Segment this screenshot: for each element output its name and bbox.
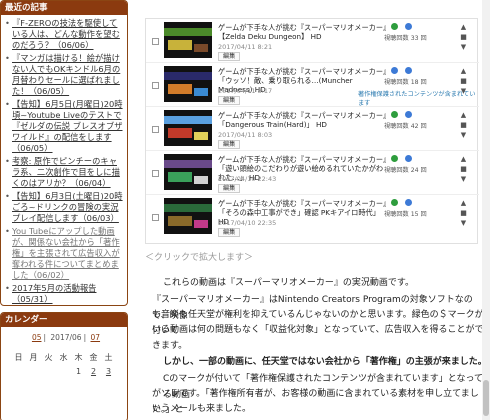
video-date: 2017/04/10 22:35	[218, 219, 277, 227]
video-row: ゲームが下手な人が挑む『スーパーマリオメーカー』「そろの森中工事ができ」確認 P…	[146, 195, 479, 239]
calendar-weekday: 月	[29, 352, 38, 362]
calendar-weekday-row: 日 月 火 水 木 金 土	[11, 350, 116, 364]
recent-post-item[interactable]: You Tubeにアップした動画が、関係ない会社から「著作権」を主張されて広告収…	[4, 226, 124, 281]
thumbs-up-icon: ▲	[460, 67, 467, 75]
calendar-current-month: 2017/06	[50, 333, 82, 342]
video-thumbnail[interactable]	[164, 154, 212, 190]
video-thumbnail[interactable]	[164, 66, 212, 102]
view-count: 視聴回数 42 回	[384, 123, 427, 130]
video-row: ゲームが下手な人が挑む『スーパーマリオメーカー』「Dangerous Train…	[146, 107, 479, 151]
calendar-weekday: 木	[74, 352, 83, 362]
video-title[interactable]: ゲームが下手な人が挑む『スーパーマリオメーカー』【Zelda Deku Dung…	[218, 23, 388, 41]
recent-posts-heading: 最近の記事	[1, 1, 127, 15]
calendar-day	[41, 364, 56, 378]
article-emphasis: しかし、一部の動画に、任天堂ではない会社から「著作権」の主張が来ました。	[163, 357, 487, 367]
video-manager-screenshot[interactable]: ゲームが下手な人が挑む『スーパーマリオメーカー』【Zelda Deku Dung…	[145, 18, 479, 244]
recent-post-item[interactable]: 考察: 原作でピンチーのキャラ系、二次創作で目をしに描くのはアリか？（06/04…	[4, 156, 124, 189]
calendar-next-month[interactable]: 07	[91, 333, 101, 342]
thumbs-down-icon: ▼	[460, 87, 467, 95]
recent-post-item[interactable]: 【告知】6月3日(土曜日)20時ごろ~ドリンクの冒険の実況プレイ配信します（06…	[4, 191, 124, 224]
thumbs-up-icon: ▲	[460, 199, 467, 207]
recent-posts-widget: 最近の記事 『F-ZEROの技法を駆使している人は、どんな動作を望むのだろう？（…	[0, 0, 128, 306]
thumbs-up-icon: ▲	[460, 155, 467, 163]
page-scrollbar[interactable]	[482, 0, 490, 420]
calendar-day	[26, 364, 41, 378]
thumbs-up-icon: ▲	[460, 23, 467, 31]
public-globe-icon	[405, 111, 412, 118]
select-checkbox[interactable]	[152, 126, 159, 133]
edit-button[interactable]: 編集	[218, 184, 241, 193]
calendar-day	[56, 364, 71, 378]
comment-icon: ■	[460, 165, 467, 173]
video-title[interactable]: ゲームが下手な人が挑む『スーパーマリオメーカー』「Dangerous Train…	[218, 111, 388, 129]
image-caption: ＜クリックで拡大します＞	[145, 253, 254, 263]
thumbs-down-icon: ▼	[460, 131, 467, 139]
edit-button[interactable]: 編集	[218, 228, 241, 237]
video-row: ゲームが下手な人が挑む『スーパーマリオメーカー』「ウッソ！敵、乗り取られる…(M…	[146, 63, 479, 107]
article-paragraph: いうメールも来ました。	[152, 404, 252, 414]
select-checkbox[interactable]	[152, 214, 159, 221]
view-count: 視聴回数 18 回	[384, 79, 427, 86]
edit-button[interactable]: 編集	[218, 140, 241, 149]
calendar-week-row: 1 2 3	[11, 364, 116, 378]
thumbs-down-icon: ▼	[460, 219, 467, 227]
recent-post-item[interactable]: 【告知】6月5日(月曜日)20時頃~Youtube Liveのテストで『ゼルダの…	[4, 99, 124, 154]
recent-post-item[interactable]: 2017年5月の活動報告（05/31）	[4, 283, 124, 305]
article-paragraph: これらの動画は『スーパーマリオメーカー』の実況動画です。	[163, 278, 415, 288]
calendar-nav: 05 | 2017/06 | 07	[31, 333, 101, 342]
calendar-weekday: 日	[14, 352, 23, 362]
thumbs-down-icon: ▼	[460, 175, 467, 183]
view-count: 視聴回数 33 回	[384, 35, 427, 42]
calendar-weekday: 土	[104, 352, 113, 362]
calendar-widget: カレンダー 05| 2017/06| 07 日 月 火 水 木 金 土 1	[0, 312, 128, 420]
video-date: 2017/04/11 8:03	[218, 131, 273, 139]
public-globe-icon	[405, 155, 412, 162]
video-thumbnail[interactable]	[164, 198, 212, 234]
monetized-icon	[391, 23, 398, 30]
calendar-day-link[interactable]: 2	[86, 364, 101, 378]
video-row: ゲームが下手な人が挑む『スーパーマリオメーカー』【Zelda Deku Dung…	[146, 19, 479, 63]
comment-icon: ■	[460, 209, 467, 217]
select-checkbox[interactable]	[152, 82, 159, 89]
edit-button[interactable]: 編集	[218, 52, 241, 61]
public-globe-icon	[405, 199, 412, 206]
video-thumbnail[interactable]	[164, 22, 212, 58]
edit-button[interactable]: 編集	[218, 96, 241, 105]
view-count: 視聴回数 15 回	[384, 211, 427, 218]
monetized-icon	[391, 111, 398, 118]
monetized-icon	[391, 199, 398, 206]
calendar-day: 1	[75, 366, 82, 376]
copyright-claim-icon	[391, 67, 398, 74]
comment-icon: ■	[460, 121, 467, 129]
video-thumbnail[interactable]	[164, 110, 212, 146]
thumbs-down-icon: ▼	[460, 43, 467, 51]
calendar-day	[11, 364, 26, 378]
video-date: 2017/04/11 8:21	[218, 43, 273, 51]
recent-post-item[interactable]: 『マンガは描ける！絵が描けない人でもOKキンドル6月の月替わりセールに選ばれまし…	[4, 53, 124, 97]
sidebar: 最近の記事 『F-ZEROの技法を駆使している人は、どんな動作を望むのだろう？（…	[0, 0, 128, 420]
calendar-heading: カレンダー	[1, 313, 127, 327]
calendar-weekday: 火	[44, 352, 53, 362]
calendar-day-link[interactable]: 3	[101, 364, 116, 378]
calendar-prev-month[interactable]: 05	[32, 333, 42, 342]
video-date: 2017/04/10 22:43	[218, 175, 277, 183]
monetized-icon	[391, 155, 398, 162]
video-row: ゲームが下手な人が挑む『スーパーマリオメーカー』「遊い頭絵のこだわりが遊い絵める…	[146, 151, 479, 195]
thumbs-up-icon: ▲	[460, 111, 467, 119]
scrollbar-thumb[interactable]	[483, 380, 489, 416]
calendar-weekday: 水	[59, 352, 68, 362]
recent-post-item[interactable]: 『F-ZEROの技法を駆使している人は、どんな動作を望むのだろう？（06/06）	[4, 18, 124, 51]
comment-icon: ■	[460, 33, 467, 41]
public-globe-icon	[405, 23, 412, 30]
calendar-grid: 日 月 火 水 木 金 土 1 2 3	[11, 350, 116, 378]
article-paragraph: いる動画は何の問題もなく「収益化対象」となっていて、広告収入を得ることができます…	[152, 325, 484, 351]
select-checkbox[interactable]	[152, 170, 159, 177]
video-date: 2017/04/11 8:17	[218, 87, 273, 95]
select-checkbox[interactable]	[152, 38, 159, 45]
comment-icon: ■	[460, 77, 467, 85]
calendar-weekday: 金	[89, 352, 98, 362]
view-count: 視聴回数 24 回	[384, 167, 427, 174]
public-globe-icon	[405, 67, 412, 74]
recent-posts-list: 『F-ZEROの技法を駆使している人は、どんな動作を望むのだろう？（06/06）…	[1, 15, 127, 305]
